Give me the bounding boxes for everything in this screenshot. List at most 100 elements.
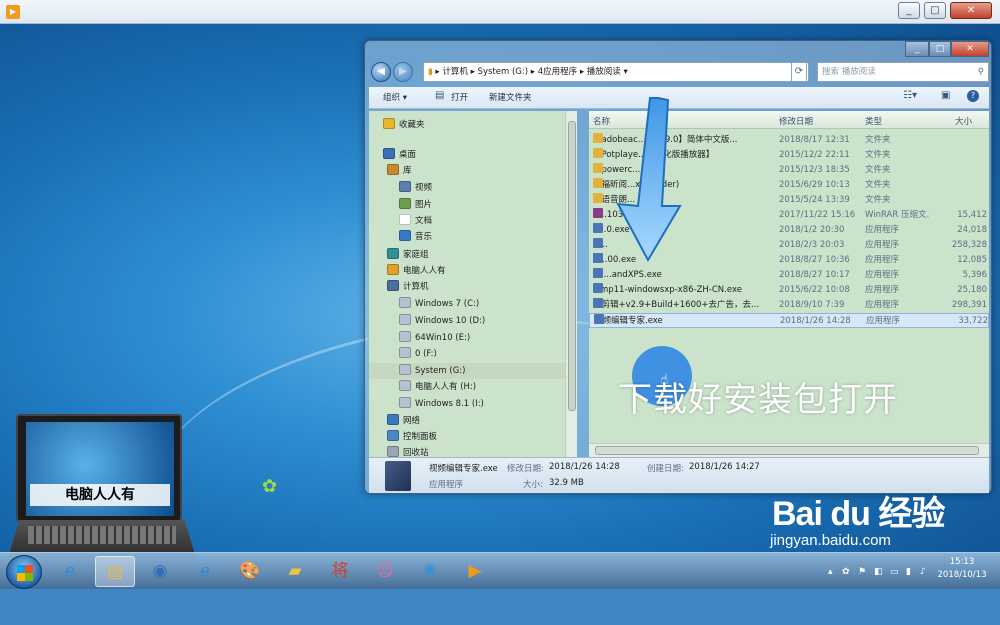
close-button[interactable]: ✕ — [950, 2, 992, 19]
breadcrumb-computer[interactable]: 计算机 — [442, 67, 468, 77]
file-explorer-icon[interactable]: ▤ — [95, 556, 135, 587]
file-date: 2018/8/27 10:36 — [779, 255, 850, 265]
maximize-button[interactable]: □ — [924, 2, 946, 19]
nav-item[interactable]: 桌面 — [383, 147, 416, 163]
help-icon[interactable]: ? — [967, 90, 979, 102]
nav-item[interactable]: 库 — [387, 163, 412, 179]
preview-pane-icon[interactable]: ▣ — [941, 90, 950, 101]
nav-item[interactable]: 计算机 — [387, 279, 429, 295]
breadcrumb-current[interactable]: 播放阅读 — [587, 67, 621, 77]
jiang-app-icon[interactable]: 将 — [320, 556, 360, 587]
horizontal-scrollbar[interactable] — [589, 443, 989, 457]
ie-icon[interactable]: ℯ — [185, 556, 225, 587]
nav-item[interactable]: 文档 — [399, 213, 432, 229]
annotation-arrow-icon — [616, 97, 682, 263]
tray-arrow-icon[interactable]: ▴ — [828, 567, 833, 577]
column-type[interactable]: 类型 — [865, 115, 882, 127]
nav-item-label: 控制面板 — [403, 432, 438, 442]
tray-display-icon[interactable]: ▭ — [890, 567, 899, 577]
tray-flag-icon[interactable]: ⚑ — [858, 567, 866, 577]
video-player-icon[interactable]: ▶ — [455, 556, 495, 587]
nav-item[interactable]: 视频 — [399, 180, 432, 196]
application-icon — [593, 298, 603, 308]
media-center-icon[interactable]: ◉ — [140, 556, 180, 587]
nav-item[interactable]: 家庭组 — [387, 247, 429, 263]
nav-item[interactable]: 控制面板 — [387, 429, 437, 445]
start-button[interactable] — [6, 555, 42, 589]
breadcrumb-drive[interactable]: System (G:) — [478, 67, 528, 77]
search-input[interactable]: 搜索 播放阅读 ⚲ — [817, 62, 989, 82]
nav-item[interactable]: 电脑人人有 — [387, 263, 446, 279]
organize-button[interactable]: 组织 ▾ — [383, 91, 407, 103]
document-icon — [399, 214, 411, 225]
tray-volume-icon[interactable]: ♪ — [920, 567, 926, 577]
new-folder-button[interactable]: 新建文件夹 — [489, 91, 532, 103]
clock[interactable]: 15:13 2018/10/13 — [932, 556, 992, 582]
minimize-button[interactable]: _ — [898, 2, 920, 19]
file-date: 2015/12/3 18:35 — [779, 165, 850, 175]
explorer-maximize-button[interactable]: □ — [929, 41, 951, 57]
ie-icon[interactable]: ℯ — [50, 556, 90, 587]
drive-icon — [399, 314, 411, 325]
folder-icon[interactable]: ▰ — [275, 556, 315, 587]
scroll-thumb[interactable] — [568, 121, 576, 411]
tray-input-icon[interactable]: ◧ — [874, 567, 883, 577]
game-icon[interactable]: ☺ — [365, 556, 405, 587]
tray-network-icon[interactable]: ▮ — [906, 567, 911, 577]
column-date[interactable]: 修改日期 — [779, 115, 813, 127]
nav-item[interactable]: System (G:) — [369, 363, 565, 379]
explorer-close-button[interactable]: ✕ — [951, 41, 989, 57]
scroll-thumb[interactable] — [595, 446, 979, 455]
breadcrumb-apps[interactable]: 4应用程序 — [538, 67, 577, 77]
file-row[interactable]: wmp11-windowsxp-x86-ZH-CN.exe 2015/6/22 1… — [589, 283, 989, 298]
settings-app-icon[interactable]: ✺ — [410, 556, 450, 587]
file-type: 应用程序 — [865, 240, 900, 250]
refresh-icon[interactable]: ⟳ — [791, 62, 807, 82]
file-row[interactable]: 视频编辑专家.exe 2018/1/26 14:28 应用程序 33,722 — [589, 313, 989, 328]
paint-icon[interactable]: 🎨 — [230, 556, 270, 587]
explorer-minimize-button[interactable]: _ — [905, 41, 929, 57]
drive-icon — [399, 397, 411, 408]
control-panel-icon — [387, 430, 399, 441]
file-name: 爱剪辑+v2.9+Build+1600+去广告，去... — [593, 298, 771, 313]
column-size[interactable]: 大小 — [955, 115, 972, 127]
address-input[interactable]: ▮ ▸ 计算机 ▸ System (G:) ▸ 4应用程序 ▸ 播放阅读 ▾ — [423, 62, 809, 82]
nav-item-label: System (G:) — [415, 366, 466, 376]
file-row[interactable]: 爱剪辑+v2.9+Build+1600+去广告，去... 2018/9/10 7:… — [589, 298, 989, 313]
folder-icon — [593, 178, 603, 188]
nav-item[interactable]: Windows 7 (C:) — [399, 296, 479, 312]
view-options-icon[interactable]: ☷▾ — [903, 90, 917, 101]
folder-icon — [593, 163, 603, 173]
application-icon — [593, 268, 603, 278]
forward-arrow-icon[interactable]: ▶ — [393, 62, 413, 82]
file-date: 2018/9/10 7:39 — [779, 300, 845, 310]
nav-item[interactable]: 网络 — [387, 413, 420, 429]
nav-item[interactable]: Windows 10 (D:) — [399, 313, 485, 329]
nav-item[interactable]: 回收站 — [387, 445, 429, 457]
file-row[interactable]: Sa...andXPS.exe 2018/8/27 10:17 应用程序 5,396 — [589, 268, 989, 283]
open-button[interactable]: 打开 — [451, 91, 468, 103]
nav-item[interactable]: 收藏夹 — [383, 117, 425, 133]
nav-item[interactable]: 电脑人人有 (H:) — [399, 379, 476, 395]
column-name[interactable]: 名称 — [593, 115, 610, 127]
nav-item[interactable]: 0 (F:) — [399, 346, 437, 362]
file-type: 应用程序 — [865, 225, 900, 235]
computer-icon — [387, 280, 399, 291]
details-kind: 应用程序 — [429, 480, 464, 490]
file-type: WinRAR 压缩文... — [865, 210, 929, 220]
file-size: 12,085 — [957, 255, 987, 265]
file-date: 2017/11/22 15:16 — [779, 210, 856, 220]
nav-item-label: 电脑人人有 (H:) — [415, 382, 477, 392]
navigation-scrollbar[interactable] — [565, 111, 577, 457]
nav-item[interactable]: 图片 — [399, 197, 432, 213]
explorer-title-bar: _ □ ✕ — [365, 41, 991, 59]
file-size: 298,391 — [951, 300, 987, 310]
tray-flower-icon[interactable]: ✿ — [842, 567, 850, 577]
nav-item[interactable]: 64Win10 (E:) — [399, 330, 470, 346]
file-name: Sa...andXPS.exe — [593, 268, 771, 283]
back-arrow-icon[interactable]: ◀ — [371, 62, 391, 82]
nav-item[interactable]: Windows 8.1 (I:) — [399, 396, 484, 412]
file-size: 258,328 — [951, 240, 987, 250]
nav-item[interactable]: 音乐 — [399, 229, 432, 245]
search-placeholder: 搜索 播放阅读 — [822, 67, 876, 77]
